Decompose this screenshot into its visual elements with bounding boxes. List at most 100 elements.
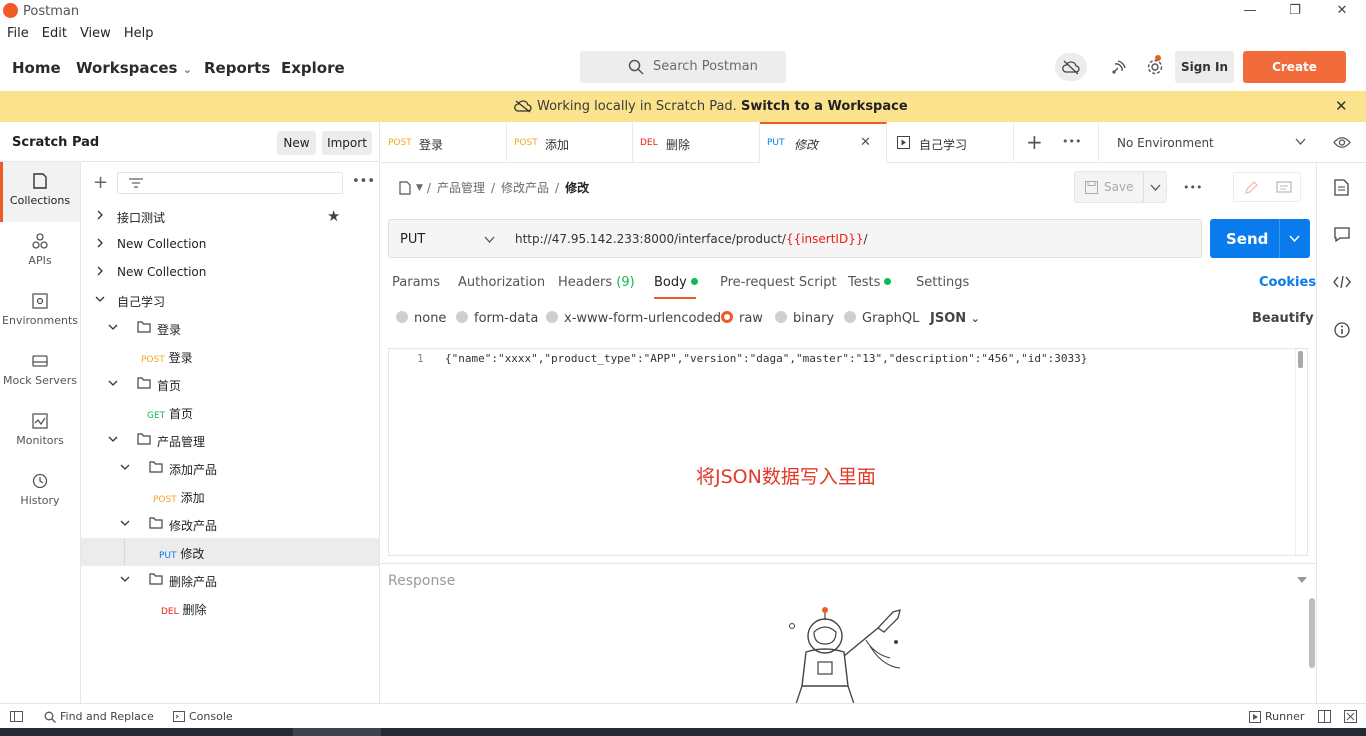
tree-request[interactable]: POST 添加 xyxy=(81,482,379,510)
menu-edit[interactable]: Edit xyxy=(42,26,67,41)
add-collection-icon[interactable]: + xyxy=(93,172,108,193)
star-icon[interactable]: ★ xyxy=(327,207,340,225)
edit-pencil-icon[interactable] xyxy=(1243,180,1259,196)
tab-prerequest[interactable]: Pre-request Script xyxy=(720,275,837,290)
tabs-more-icon[interactable]: ••• xyxy=(1062,135,1081,148)
settings-gear-icon[interactable] xyxy=(1146,58,1164,76)
documentation-icon[interactable] xyxy=(1334,179,1349,196)
filter-input[interactable] xyxy=(117,172,343,194)
tab-collection[interactable]: 自己学习 xyxy=(887,122,1014,163)
tree-item[interactable]: New Collection xyxy=(81,258,379,286)
tab-post-login[interactable]: POST 登录 xyxy=(381,122,507,163)
menu-view[interactable]: View xyxy=(80,26,111,41)
body-editor[interactable]: 1 {"name":"xxxx","product_type":"APP","v… xyxy=(388,348,1308,556)
nav-workspaces[interactable]: Workspaces ⌄ xyxy=(76,59,192,77)
sidebar-more-icon[interactable]: ••• xyxy=(352,174,375,189)
tree-folder[interactable]: 产品管理 xyxy=(81,426,379,454)
breadcrumb-current[interactable]: 修改 xyxy=(565,179,589,196)
breadcrumb-subfolder[interactable]: 修改产品 xyxy=(501,179,549,196)
tab-params[interactable]: Params xyxy=(392,275,440,290)
radio-form-data[interactable]: form-data xyxy=(456,311,538,326)
response-scrollbar[interactable] xyxy=(1309,598,1315,668)
chevron-down-icon[interactable] xyxy=(1289,235,1300,243)
create-account-button[interactable]: Create Account xyxy=(1243,51,1346,106)
tab-tests[interactable]: Tests xyxy=(848,275,892,290)
body-code[interactable]: {"name":"xxxx","product_type":"APP","ver… xyxy=(445,352,1087,365)
request-more-icon[interactable]: ••• xyxy=(1183,181,1202,194)
radio-raw[interactable]: raw xyxy=(721,311,763,326)
menu-help[interactable]: Help xyxy=(124,26,154,41)
runner-button[interactable]: Runner xyxy=(1265,710,1304,723)
two-pane-icon[interactable] xyxy=(1318,710,1331,723)
restore-icon[interactable]: ❐ xyxy=(1286,3,1304,19)
rail-environments[interactable]: Environments xyxy=(0,282,80,342)
nav-reports[interactable]: Reports xyxy=(204,59,270,77)
nav-explore[interactable]: Explore xyxy=(281,59,345,77)
sync-status-button[interactable] xyxy=(1055,53,1087,81)
close-tab-icon[interactable]: ✕ xyxy=(860,135,871,150)
search-input[interactable]: Search Postman xyxy=(580,51,786,83)
comment-icon[interactable] xyxy=(1276,181,1292,195)
tab-settings[interactable]: Settings xyxy=(916,275,969,290)
new-button[interactable]: New xyxy=(277,131,316,155)
tree-request[interactable]: DEL 删除 xyxy=(81,594,379,622)
import-button[interactable]: Import xyxy=(322,131,372,155)
breadcrumb-folder[interactable]: 产品管理 xyxy=(437,179,485,196)
editor-scrollbar[interactable] xyxy=(1295,349,1307,555)
url-input[interactable]: http://47.95.142.233:8000/interface/prod… xyxy=(502,219,1202,258)
code-snippet-icon[interactable] xyxy=(1333,275,1351,289)
tab-post-add[interactable]: POST 添加 xyxy=(507,122,633,163)
tab-del-delete[interactable]: DEL 删除 xyxy=(633,122,760,163)
radio-urlencoded[interactable]: x-www-form-urlencoded xyxy=(546,311,721,326)
tree-folder[interactable]: 修改产品 xyxy=(81,510,379,538)
eye-icon[interactable] xyxy=(1333,136,1351,149)
tree-folder[interactable]: 首页 xyxy=(81,370,379,398)
method-select[interactable]: PUT xyxy=(388,219,503,258)
satellite-icon[interactable] xyxy=(1110,58,1128,76)
save-button[interactable]: Save xyxy=(1074,171,1167,203)
tab-body[interactable]: Body xyxy=(654,275,698,290)
minimize-icon[interactable]: — xyxy=(1241,3,1259,19)
sign-in-button[interactable]: Sign In xyxy=(1175,51,1234,83)
tree-request[interactable]: POST 登录 xyxy=(81,342,379,370)
radio-graphql[interactable]: GraphQL xyxy=(844,311,919,326)
cookies-link[interactable]: Cookies xyxy=(1259,275,1316,290)
menu-file[interactable]: File xyxy=(7,26,29,41)
environment-selector[interactable]: No Environment xyxy=(1098,122,1316,163)
rail-history[interactable]: History xyxy=(0,462,80,522)
tab-put-edit[interactable]: PUT 修改 ✕ xyxy=(760,122,887,163)
console-button[interactable]: Console xyxy=(189,710,233,723)
tree-folder[interactable]: 登录 xyxy=(81,314,379,342)
tree-item[interactable]: New Collection xyxy=(81,230,379,258)
collapse-response-icon[interactable] xyxy=(1297,577,1307,584)
info-icon[interactable] xyxy=(1334,322,1350,338)
chevron-right-icon xyxy=(95,210,105,220)
rail-apis[interactable]: APIs xyxy=(0,222,80,282)
raw-type-select[interactable]: JSON ⌄ xyxy=(930,311,980,326)
nav-home[interactable]: Home xyxy=(12,59,61,77)
tree-folder[interactable]: 添加产品 xyxy=(81,454,379,482)
radio-binary[interactable]: binary xyxy=(775,311,834,326)
tab-authorization[interactable]: Authorization xyxy=(458,275,545,290)
send-button[interactable]: Send xyxy=(1210,219,1310,258)
tree-request-selected[interactable]: PUT 修改 xyxy=(81,538,379,566)
radio-none[interactable]: none xyxy=(396,311,446,326)
comments-icon[interactable] xyxy=(1334,227,1350,242)
close-window-icon[interactable]: ✕ xyxy=(1333,3,1351,19)
rail-mock-servers[interactable]: Mock Servers xyxy=(0,342,80,402)
rail-monitors[interactable]: Monitors xyxy=(0,402,80,462)
tree-item[interactable]: 自己学习 xyxy=(81,286,379,314)
rail-collections[interactable]: Collections xyxy=(0,162,80,222)
help-icon[interactable] xyxy=(1344,710,1357,723)
chevron-down-icon[interactable] xyxy=(1150,184,1161,192)
close-banner-icon[interactable]: ✕ xyxy=(1335,97,1348,115)
beautify-link[interactable]: Beautify xyxy=(1252,311,1314,326)
tree-folder[interactable]: 删除产品 xyxy=(81,566,379,594)
tree-request[interactable]: GET 首页 xyxy=(81,398,379,426)
tree-item[interactable]: 接口测试 ★ xyxy=(81,202,379,230)
tab-headers[interactable]: Headers (9) xyxy=(558,275,635,290)
switch-workspace-link[interactable]: Switch to a Workspace xyxy=(741,99,908,114)
toggle-sidebar-icon[interactable] xyxy=(10,711,23,722)
find-replace-button[interactable]: Find and Replace xyxy=(60,710,154,723)
new-tab-icon[interactable]: + xyxy=(1026,130,1043,154)
